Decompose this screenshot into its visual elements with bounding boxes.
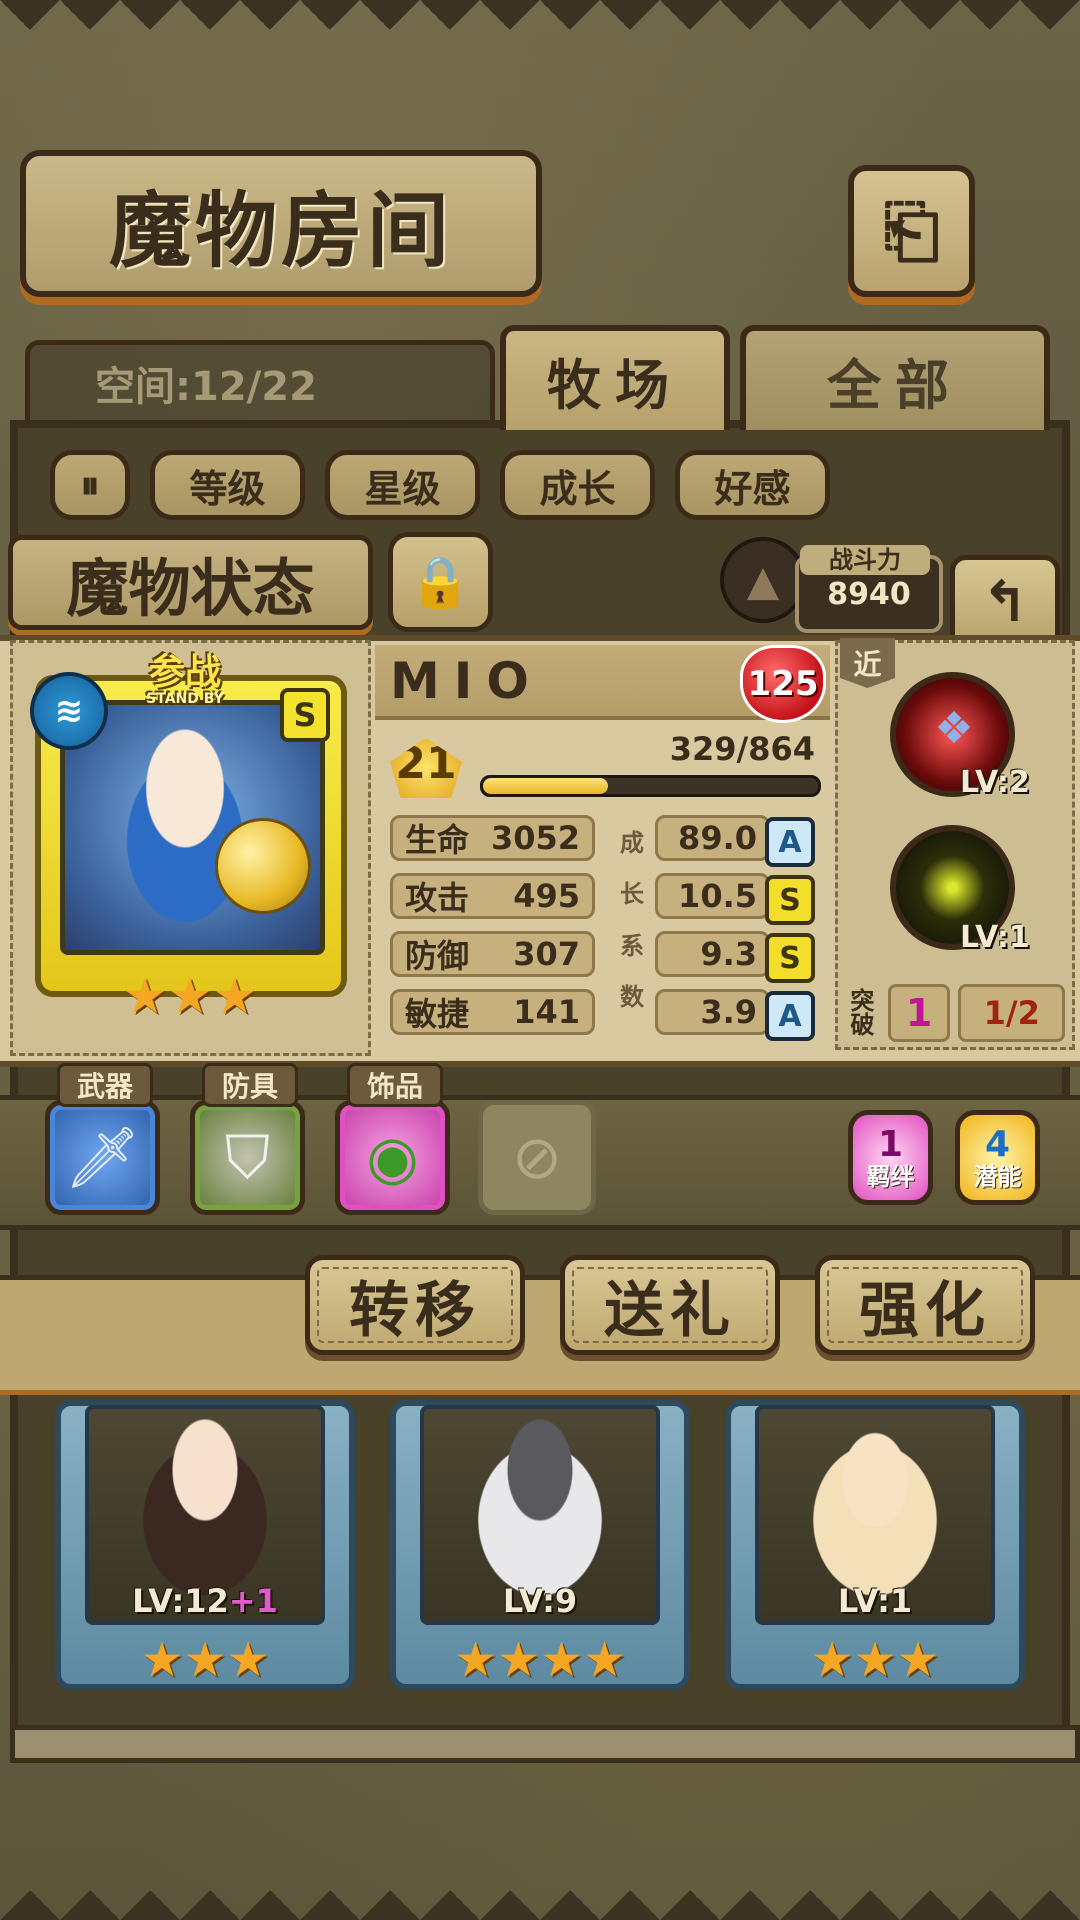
empty-slot: ⊘	[478, 1100, 596, 1215]
sword-icon: 🗡	[64, 1123, 141, 1193]
stat-name: 生命	[405, 821, 470, 859]
star-rating: ★★★	[122, 967, 258, 1025]
stat-value: 141	[513, 993, 580, 1031]
level-text: LV:12	[132, 1582, 229, 1620]
shield-icon: ⛉	[225, 1122, 270, 1193]
transfer-button[interactable]: 转移	[305, 1255, 525, 1355]
tab-all[interactable]: 全部	[740, 325, 1050, 430]
bell-decoration	[215, 818, 311, 914]
page-title: 魔物房间	[20, 150, 542, 297]
bottom-border-decoration	[0, 1860, 1080, 1920]
potential-count: 4	[984, 1123, 1011, 1165]
level-bonus: +1	[228, 1582, 278, 1620]
stat-value: 3052	[490, 819, 580, 857]
lock-icon: 🔒	[409, 552, 472, 611]
stat-name: 防御	[405, 937, 470, 975]
back-icon: ⎗	[883, 189, 940, 272]
monster-card-image	[785, 1410, 965, 1610]
monster-card-image	[115, 1410, 295, 1610]
growth-value: 3.9	[655, 989, 770, 1035]
combat-power-label: 战斗力	[800, 545, 930, 575]
tab-ranch[interactable]: 牧场	[500, 325, 730, 430]
stat-row: 防御 307	[390, 931, 595, 977]
bond-label: 羁绊	[866, 1162, 915, 1191]
enhance-button[interactable]: 强化	[815, 1255, 1035, 1355]
growth-value: 10.5	[655, 873, 770, 919]
stat-row: 攻击 495	[390, 873, 595, 919]
stat-value: 307	[513, 935, 580, 973]
return-arrow-icon: ↰	[981, 570, 1029, 635]
stat-value: 495	[513, 877, 580, 915]
panel-bottom-rail	[10, 1725, 1080, 1763]
monster-card-level: LV:12+1	[85, 1582, 325, 1622]
paw-icon: ❖	[934, 703, 974, 754]
stat-name: 敏捷	[405, 995, 470, 1033]
breakthrough-label: 突破	[850, 987, 875, 1039]
monster-card-stars: ★★★	[810, 1632, 940, 1688]
lock-button[interactable]: 🔒	[388, 532, 493, 632]
breakthrough-progress: 1/2	[958, 984, 1066, 1042]
potential-button[interactable]: 4 潜能	[955, 1110, 1040, 1205]
stat-row: 生命 3052	[390, 815, 595, 861]
standby-label: 参战	[148, 652, 221, 693]
growth-char: 长	[620, 880, 644, 909]
weapon-label: 武器	[57, 1063, 153, 1107]
growth-value: 9.3	[655, 931, 770, 977]
gift-button[interactable]: 送礼	[560, 1255, 780, 1355]
weapon-slot[interactable]: 🗡	[45, 1100, 160, 1215]
rank-badge: S	[280, 688, 330, 742]
growth-coefficient-label: 成 长 系 数	[612, 815, 652, 1020]
bond-count: 1	[877, 1123, 904, 1165]
growth-value: 89.0	[655, 815, 770, 861]
exp-bar-fill	[483, 778, 608, 794]
growth-grade-badge: A	[765, 817, 815, 867]
exp-counter: 329/864	[669, 730, 815, 768]
prohibited-icon: ⊘	[511, 1122, 563, 1193]
stat-row: 敏捷 141	[390, 989, 595, 1035]
growth-char: 成	[620, 829, 644, 858]
sort-toggle-button[interactable]: ⏸	[50, 450, 130, 520]
filter-star-button[interactable]: 星级	[325, 450, 480, 520]
affection-value: 125	[747, 664, 819, 704]
potential-label: 潜能	[973, 1162, 1022, 1191]
standby-badge: 参战 STAND BY	[110, 655, 260, 710]
skill-level: LV:1	[960, 920, 1030, 955]
eye-icon: ◉	[366, 1122, 419, 1193]
breakthrough-row: 突破 1 1/2	[845, 983, 1066, 1043]
growth-grade-badge: A	[765, 991, 815, 1041]
skill-level: LV:2	[960, 765, 1030, 800]
monster-card-image	[450, 1410, 630, 1610]
monster-status-title: 魔物状态	[8, 535, 373, 630]
filter-affection-button[interactable]: 好感	[675, 450, 830, 520]
monster-card-level: LV:9	[502, 1582, 578, 1620]
growth-char: 数	[620, 982, 644, 1011]
bond-button[interactable]: 1 羁绊	[848, 1110, 933, 1205]
monster-card-stars: ★★★★	[453, 1632, 627, 1688]
sort-toggle-icon: ⏸	[80, 462, 100, 507]
armor-label: 防具	[202, 1063, 298, 1107]
standby-sublabel: STAND BY	[146, 691, 224, 707]
space-counter: 空间:12/22	[25, 340, 495, 420]
armor-slot[interactable]: ⛉	[190, 1100, 305, 1215]
filter-level-button[interactable]: 等级	[150, 450, 305, 520]
accessory-slot[interactable]: ◉	[335, 1100, 450, 1215]
monster-card-stars: ★★★	[140, 1632, 270, 1688]
accessory-label: 饰品	[347, 1063, 443, 1107]
water-element-icon: ≋	[30, 672, 108, 750]
growth-char: 系	[620, 931, 644, 960]
back-button[interactable]: ⎗	[848, 165, 975, 297]
range-tag: 近	[840, 638, 895, 688]
breakthrough-value: 1	[887, 984, 951, 1042]
top-border-decoration	[0, 0, 1080, 60]
stat-name: 攻击	[405, 879, 470, 917]
filter-growth-button[interactable]: 成长	[500, 450, 655, 520]
growth-grade-badge: S	[765, 933, 815, 983]
monster-card-level: LV:1	[837, 1582, 913, 1620]
growth-grade-badge: S	[765, 875, 815, 925]
combat-power-icon: ▲	[720, 537, 806, 623]
affection-heart-icon: 125	[740, 645, 826, 723]
